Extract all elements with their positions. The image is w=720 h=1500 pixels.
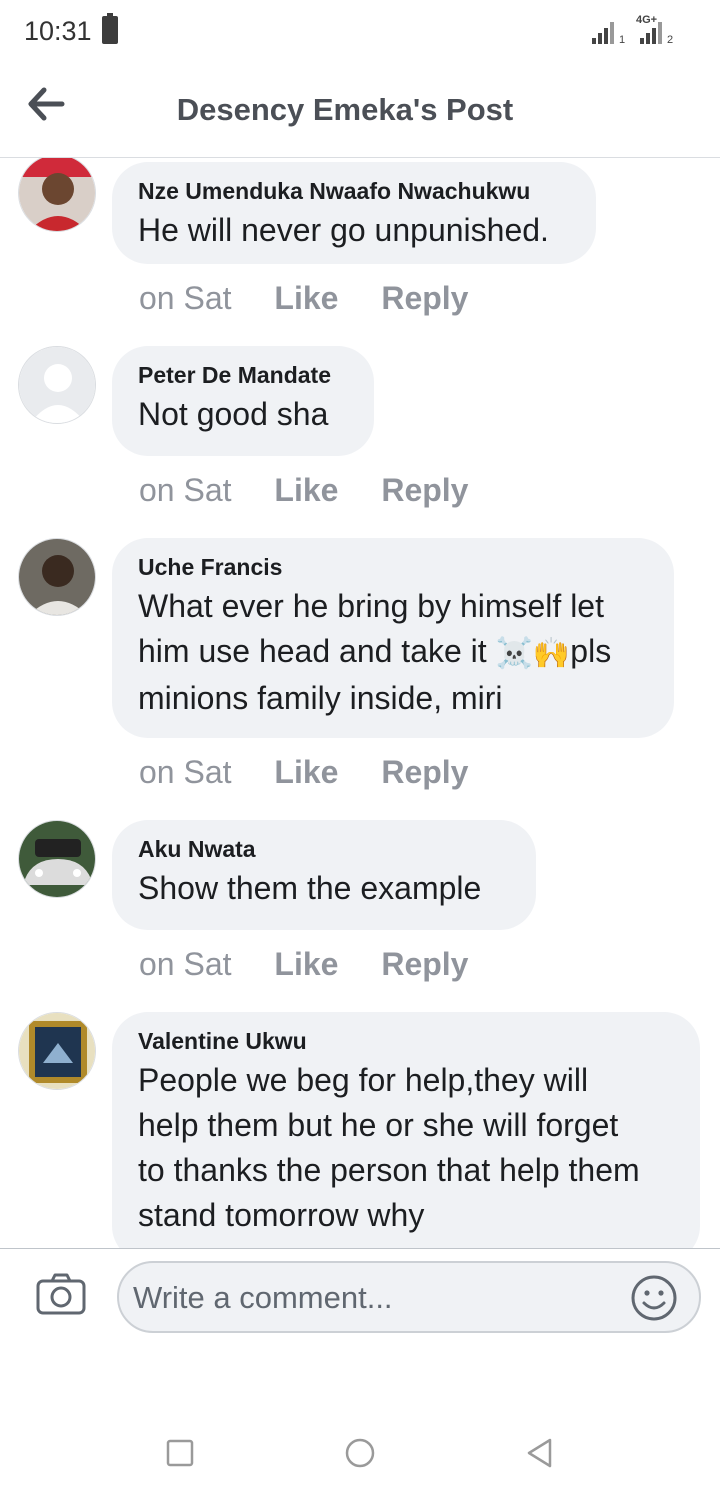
comment-author[interactable]: Peter De Mandate [138,360,348,390]
sim2-label: 2 [667,34,674,46]
emoji-button[interactable] [629,1273,679,1323]
like-button[interactable]: Like [274,280,338,317]
comment-actions: on Sat Like Reply [139,472,502,509]
comment-time: on Sat [139,946,232,982]
avatar-image [19,158,95,231]
avatar[interactable] [18,1012,96,1090]
avatar-image [19,539,95,615]
signal-bar-icon [652,28,656,44]
signal-bar-icon [658,22,662,44]
comment-time: on Sat [139,472,232,508]
comment-time: on Sat [139,754,232,790]
reply-button[interactable]: Reply [381,472,468,509]
sim1-label: 1 [619,34,626,46]
comment-actions: on Sat Like Reply [139,280,502,317]
comment-bubble[interactable]: Uche Francis What ever he bring by himse… [112,538,674,738]
status-time: 10:31 [24,16,92,46]
comment-text-line: minions family inside, miri [138,680,503,717]
signal-indicators: 1 4G+ 2 [592,14,702,48]
comment-bubble[interactable]: Valentine Ukwu People we beg for help,th… [112,1012,700,1248]
comment-bubble[interactable]: Peter De Mandate Not good sha [112,346,374,456]
avatar-image [19,821,95,897]
comment-text: He will never go unpunished. [138,212,549,248]
comment-actions: on Sat Like Reply [139,946,502,983]
comment-text: Show them the example [138,870,482,906]
comments-list[interactable]: Nze Umenduka Nwaafo Nwachukwu He will ne… [0,158,720,1248]
default-avatar-icon [19,347,95,423]
comment-author[interactable]: Uche Francis [138,552,648,582]
comment-text-line: People we beg for help,they will [138,1062,589,1098]
comment-time: on Sat [139,280,232,316]
comment-bubble[interactable]: Aku Nwata Show them the example [112,820,536,930]
square-icon [166,1439,194,1467]
like-button[interactable]: Like [274,946,338,983]
comment-author[interactable]: Aku Nwata [138,834,510,864]
battery-icon [102,13,118,44]
avatar[interactable] [18,346,96,424]
page-title: Desency Emeka's Post [176,92,514,127]
avatar-image [19,1013,95,1089]
post-header: Desency Emeka's Post [0,64,720,158]
comment-text-fragment: him use head and take it [138,633,496,669]
skull-crossbones-icon: ☠️ [495,637,533,671]
signal-bar-icon [592,38,596,44]
like-button[interactable]: Like [274,754,338,791]
comment-text-line: stand tomorrow why [138,1197,425,1233]
circle-icon [345,1438,375,1468]
signal-bar-icon [598,33,602,44]
reply-button[interactable]: Reply [381,946,468,983]
comment-author[interactable]: Valentine Ukwu [138,1026,674,1056]
reply-button[interactable]: Reply [381,754,468,791]
status-bar: 10:31 1 4G+ 2 [0,0,720,64]
comment-text: What ever he bring by himself let him us… [138,584,648,721]
avatar[interactable] [18,158,96,232]
avatar[interactable] [18,538,96,616]
signal-bar-icon [610,22,614,44]
camera-icon [36,1273,86,1315]
comment-text: Not good sha [138,396,329,432]
comment-author[interactable]: Nze Umenduka Nwaafo Nwachukwu [138,176,570,206]
comment-text-line: him use head and take it ☠️🙌pls [138,629,648,676]
signal-bar-icon [604,28,608,44]
system-nav-bar [0,1400,720,1500]
raised-hands-icon: 🙌 [532,637,571,671]
recents-button[interactable] [163,1436,197,1470]
network-type: 4G+ [636,14,658,26]
avatar[interactable] [18,820,96,898]
system-back-button[interactable] [523,1436,557,1470]
signal-bar-icon [646,33,650,44]
like-button[interactable]: Like [274,472,338,509]
comment-text-line: What ever he bring by himself let [138,588,604,624]
comment-bubble[interactable]: Nze Umenduka Nwaafo Nwachukwu He will ne… [112,162,596,264]
comment-actions: on Sat Like Reply [139,754,502,791]
comment-text-fragment: pls [570,633,612,669]
comment-text-line: help them but he or she will forget [138,1107,619,1143]
camera-button[interactable] [36,1273,86,1315]
home-button[interactable] [343,1436,377,1470]
smiley-icon [631,1275,677,1321]
comment-input[interactable] [133,1275,633,1321]
triangle-back-icon [527,1438,552,1468]
comment-composer [0,1248,720,1348]
reply-button[interactable]: Reply [381,280,468,317]
comment-text: People we beg for help,they will help th… [138,1058,674,1238]
signal-bar-icon [640,38,644,44]
comment-input-wrapper[interactable] [117,1261,701,1333]
comment-text-line: to thanks the person that help them [138,1152,640,1188]
